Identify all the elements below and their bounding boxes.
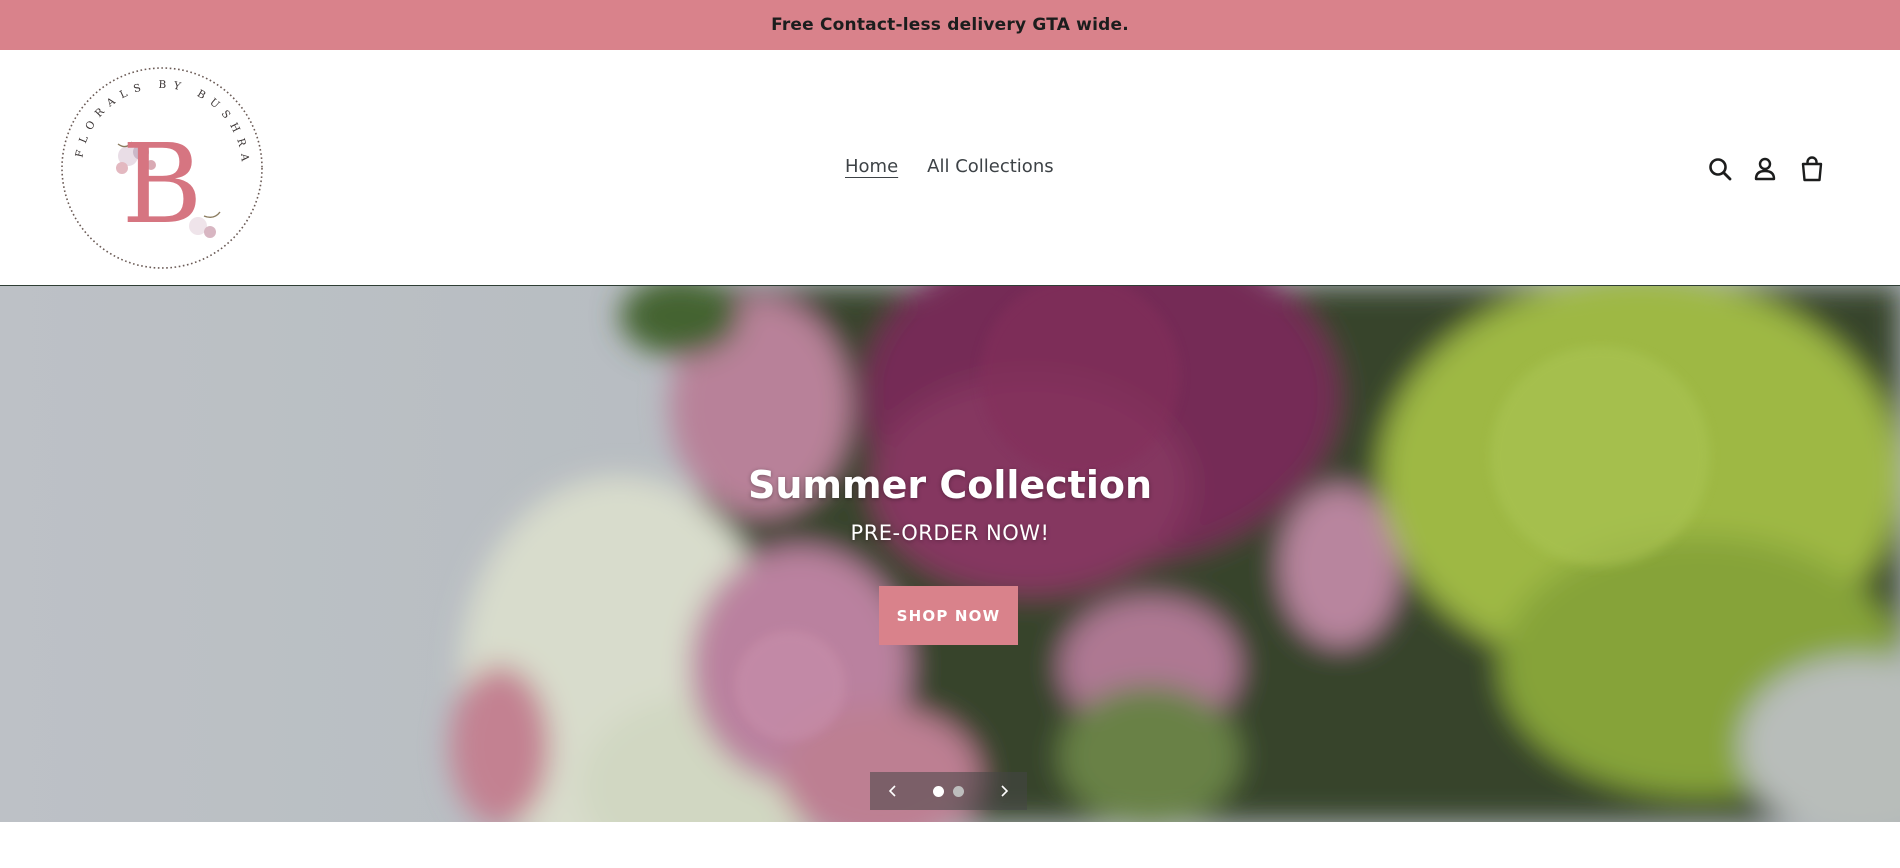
account-icon[interactable] bbox=[1750, 154, 1780, 184]
slide-dot-2[interactable] bbox=[953, 785, 964, 797]
nav-link-all-collections[interactable]: All Collections bbox=[927, 156, 1053, 177]
search-icon[interactable] bbox=[1705, 154, 1735, 184]
site-header: FLORALS BY BUSHRA B Home All Collections bbox=[0, 50, 1900, 286]
main-nav: Home All Collections bbox=[845, 156, 1054, 177]
logo-emblem: FLORALS BY BUSHRA B bbox=[61, 67, 263, 269]
hero-slideshow: Summer Collection PRE-ORDER NOW! SHOP NO… bbox=[0, 286, 1900, 822]
nav-link-home[interactable]: Home bbox=[845, 156, 898, 177]
shop-now-button[interactable]: SHOP NOW bbox=[879, 586, 1018, 645]
brand-logo[interactable]: FLORALS BY BUSHRA B bbox=[58, 64, 266, 272]
slide-dots bbox=[916, 785, 981, 797]
announcement-text: Free Contact-less delivery GTA wide. bbox=[771, 15, 1129, 35]
hero-subtitle: PRE-ORDER NOW! bbox=[850, 521, 1050, 545]
chevron-right-icon[interactable] bbox=[981, 772, 1027, 810]
announcement-bar: Free Contact-less delivery GTA wide. bbox=[0, 0, 1900, 50]
slideshow-controls bbox=[870, 772, 1027, 810]
cart-icon[interactable] bbox=[1797, 154, 1827, 184]
hero-title: Summer Collection bbox=[747, 463, 1153, 507]
logo-letter: B bbox=[122, 120, 203, 248]
slide-dot-1[interactable] bbox=[933, 785, 944, 797]
hero-caption: Summer Collection PRE-ORDER NOW! bbox=[0, 463, 1900, 545]
chevron-left-icon[interactable] bbox=[870, 772, 916, 810]
hero-background-image bbox=[0, 286, 1900, 822]
